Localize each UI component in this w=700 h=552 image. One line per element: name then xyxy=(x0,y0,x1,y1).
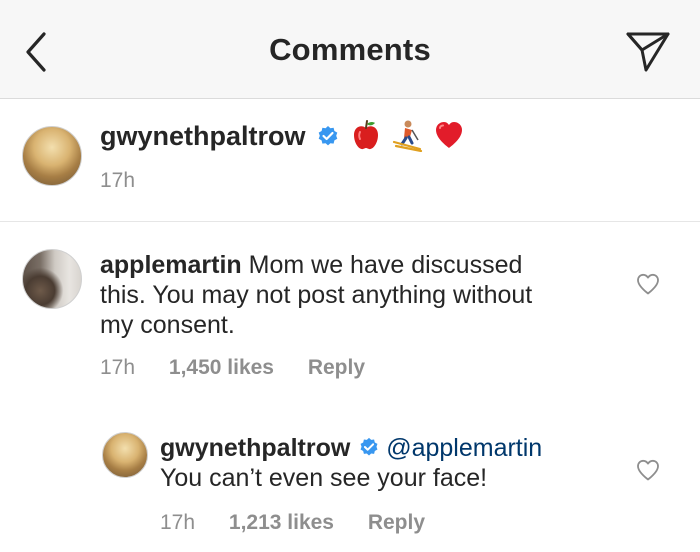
red-heart-emoji xyxy=(435,121,462,148)
comment-text-line: You can’t even see your face! xyxy=(160,464,488,492)
skier-emoji xyxy=(392,120,423,152)
caption-line: gwynethpaltrow xyxy=(100,119,464,152)
reply-button[interactable]: Reply xyxy=(308,356,365,379)
caption-time: 17h xyxy=(100,169,136,192)
comment-text-line1: Mom we have discussed xyxy=(248,251,523,279)
avatar[interactable] xyxy=(102,432,148,478)
caption-meta: 17h xyxy=(100,169,163,193)
mention-link[interactable]: @applemartin xyxy=(386,434,542,462)
comment-body: applemartin Mom we have discussed this. … xyxy=(100,250,600,340)
verified-badge-icon xyxy=(318,125,338,146)
like-heart-icon[interactable] xyxy=(636,459,660,481)
comment-time: 17h xyxy=(160,511,196,534)
apple-emoji xyxy=(353,119,378,149)
share-button[interactable] xyxy=(624,28,672,74)
comment-text-line3: my consent. xyxy=(100,311,235,339)
post-caption: gwynethpaltrow 17h xyxy=(0,99,700,222)
caption-username[interactable]: gwynethpaltrow xyxy=(100,121,306,151)
avatar[interactable] xyxy=(22,249,82,309)
comment-username[interactable]: gwynethpaltrow xyxy=(160,434,350,462)
page-title: Comments xyxy=(269,32,431,67)
comment-meta: 17h 1,213 likes Reply xyxy=(160,511,453,535)
verified-badge-icon xyxy=(360,438,378,456)
comment-username[interactable]: applemartin xyxy=(100,251,242,279)
like-heart-icon[interactable] xyxy=(636,273,660,295)
comment-meta: 17h 1,450 likes Reply xyxy=(100,356,393,380)
comment-body: gwynethpaltrow @applemartin You can’t ev… xyxy=(160,433,620,493)
reply-button[interactable]: Reply xyxy=(368,511,425,534)
comment-likes[interactable]: 1,450 likes xyxy=(169,356,274,379)
comment-time: 17h xyxy=(100,356,136,379)
comment-text-line2: this. You may not post anything without xyxy=(100,281,533,309)
header-bar: Comments xyxy=(0,0,700,99)
paper-plane-icon xyxy=(626,32,670,72)
avatar[interactable] xyxy=(22,126,82,186)
comment-likes[interactable]: 1,213 likes xyxy=(229,511,334,534)
